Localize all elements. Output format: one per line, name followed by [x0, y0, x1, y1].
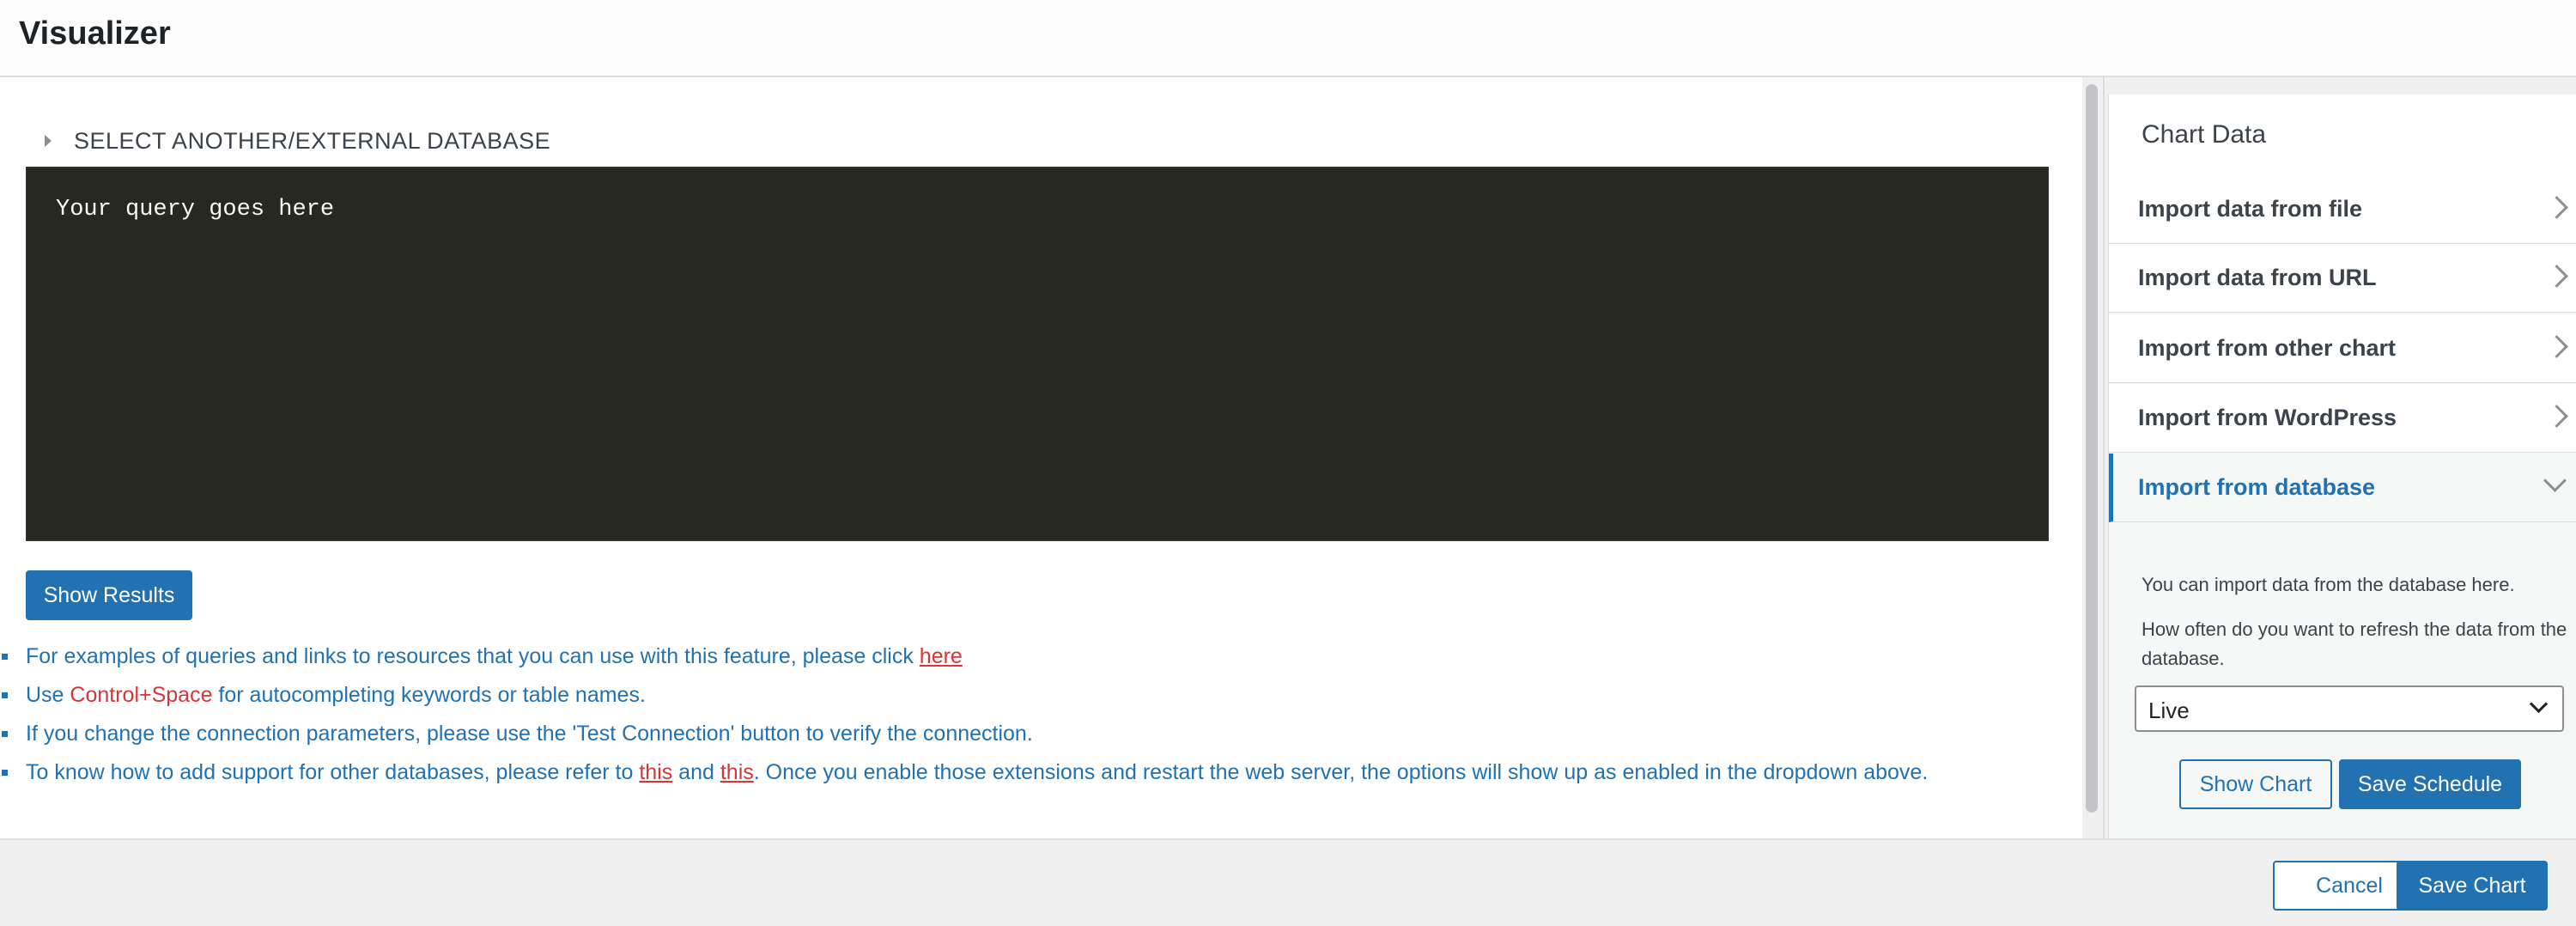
tip-text: and: [672, 760, 720, 784]
sidebar-item-label: Import from other chart: [2138, 335, 2397, 361]
import-from-other-chart-item[interactable]: Import from other chart: [2109, 314, 2576, 383]
tip-text: for autocompleting keywords or table nam…: [212, 683, 646, 707]
tip-item: To know how to add support for other dat…: [0, 753, 2078, 792]
external-database-toggle[interactable]: SELECT ANOTHER/EXTERNAL DATABASE: [45, 125, 550, 156]
footer-bar: Cancel Save Chart: [0, 838, 2576, 926]
bullet-icon: [2, 654, 8, 660]
tip-item: If you change the connection parameters,…: [0, 715, 2078, 753]
shortcut-keyword: Control+Space: [70, 683, 213, 707]
app-title: Visualizer: [19, 15, 171, 52]
sidebar-item-label: Import data from URL: [2138, 265, 2377, 290]
tip-item: Use Control+Space for autocompleting key…: [0, 676, 2078, 715]
tip-text: For examples of queries and links to res…: [26, 644, 920, 668]
sidebar-header: Chart Data: [2109, 94, 2576, 176]
reference-link-1[interactable]: this: [639, 760, 672, 784]
query-editor-placeholder: Your query goes here: [56, 197, 335, 222]
save-schedule-button[interactable]: Save Schedule: [2339, 759, 2521, 809]
sidebar-item-label: Import from WordPress: [2138, 405, 2397, 430]
tip-text: Use: [26, 683, 70, 707]
database-import-description: You can import data from the database he…: [2142, 574, 2515, 595]
refresh-frequency-value: Live: [2148, 698, 2190, 723]
query-editor[interactable]: Your query goes here: [26, 167, 2049, 541]
sidebar-item-label: Import data from file: [2138, 196, 2363, 222]
bullet-icon: [2, 731, 8, 737]
tip-item: For examples of queries and links to res…: [0, 637, 2078, 676]
chevron-right-icon: [2545, 335, 2568, 358]
refresh-frequency-select[interactable]: Live: [2135, 685, 2564, 732]
sidebar-title: Chart Data: [2142, 120, 2267, 149]
chevron-right-icon: [2545, 405, 2568, 428]
refresh-prompt: How often do you want to refresh the dat…: [2142, 618, 2567, 669]
chevron-right-icon: [2545, 265, 2568, 288]
help-tips: For examples of queries and links to res…: [0, 637, 2078, 792]
examples-link[interactable]: here: [920, 644, 963, 668]
import-from-wordpress-item[interactable]: Import from WordPress: [2109, 384, 2576, 453]
tip-text: To know how to add support for other dat…: [26, 760, 640, 784]
tip-text: If you change the connection parameters,…: [26, 722, 1033, 746]
vertical-scrollbar[interactable]: [2082, 77, 2103, 838]
chevron-right-icon: [2545, 196, 2568, 219]
chevron-down-icon: [2529, 694, 2549, 714]
bullet-icon: [2, 770, 8, 776]
save-chart-button[interactable]: Save Chart: [2397, 861, 2548, 911]
import-from-database-item[interactable]: Import from database: [2109, 454, 2576, 522]
show-results-button[interactable]: Show Results: [26, 570, 192, 620]
import-from-url-item[interactable]: Import data from URL: [2109, 244, 2576, 313]
tip-text: . Once you enable those extensions and r…: [753, 760, 1929, 784]
reference-link-2[interactable]: this: [720, 760, 754, 784]
scrollbar-thumb[interactable]: [2086, 84, 2098, 813]
import-from-file-item[interactable]: Import data from file: [2109, 175, 2576, 244]
show-chart-button[interactable]: Show Chart: [2179, 759, 2332, 809]
top-header: Visualizer: [0, 0, 2576, 77]
chevron-down-icon: [2543, 469, 2567, 492]
external-database-label: SELECT ANOTHER/EXTERNAL DATABASE: [74, 127, 551, 154]
bullet-icon: [2, 692, 8, 698]
sidebar-item-label: Import from database: [2138, 474, 2376, 500]
caret-right-icon: [45, 135, 52, 147]
chart-data-sidebar: Chart Data Import data from file Import …: [2103, 77, 2576, 838]
query-panel: SELECT ANOTHER/EXTERNAL DATABASE Your qu…: [0, 77, 2082, 838]
sidebar-content: Chart Data Import data from file Import …: [2108, 94, 2576, 838]
